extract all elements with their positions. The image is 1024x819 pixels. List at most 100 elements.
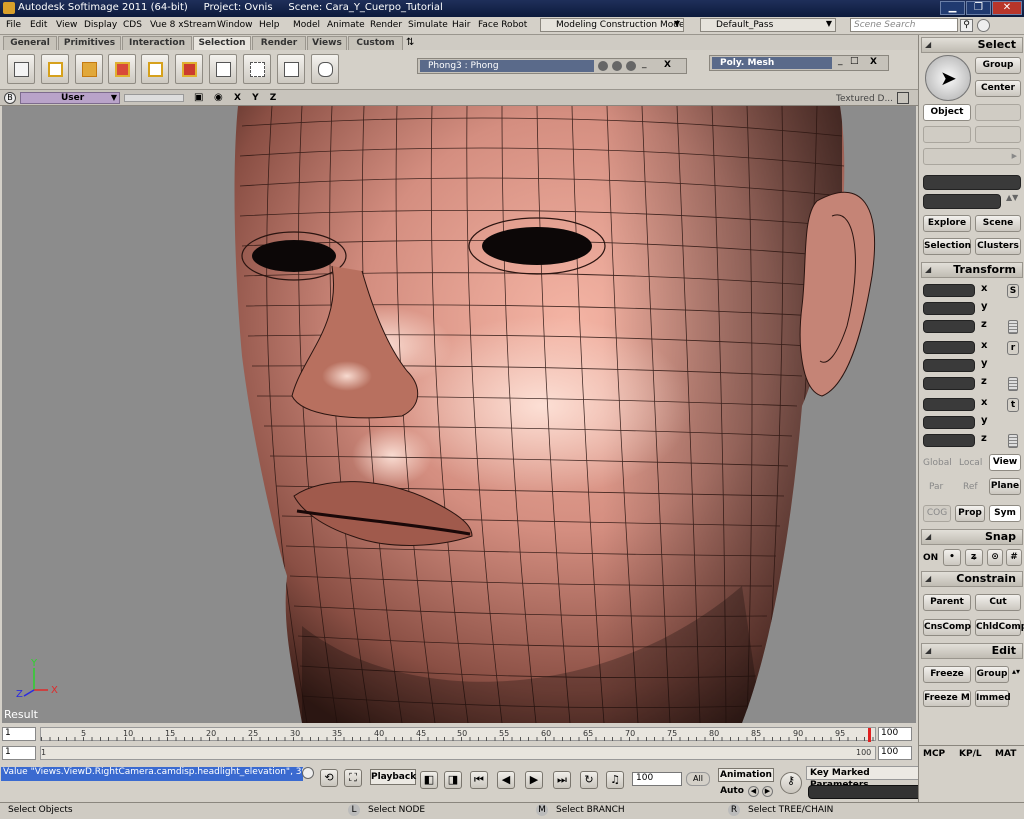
clear-search-icon[interactable] (977, 19, 990, 32)
menu-model[interactable]: Model (293, 20, 320, 30)
last-frame-icon[interactable]: ⏭ (553, 771, 571, 789)
menu-window[interactable]: Window (217, 20, 253, 30)
material-minimize-button[interactable]: _ (642, 59, 647, 69)
immed-button[interactable]: Immed (975, 690, 1011, 707)
chldcomp-button[interactable]: ChldComp (975, 619, 1024, 636)
rotation-z-label[interactable]: z (981, 376, 987, 387)
translation-y-label[interactable]: y (981, 415, 988, 426)
close-button[interactable]: ✕ (992, 1, 1022, 15)
constrain-section-header[interactable]: Constrain (921, 571, 1023, 587)
all-button[interactable]: All (686, 772, 710, 786)
select-point-cube-icon[interactable] (141, 54, 169, 84)
explore-button[interactable]: Explore (923, 215, 971, 232)
cnscomp-button[interactable]: CnsComp (923, 619, 971, 636)
filter-empty-button-3[interactable] (975, 126, 1021, 143)
menu-file[interactable]: File (6, 20, 21, 30)
tab-general[interactable]: General (3, 36, 57, 50)
rotation-z-field[interactable] (923, 377, 975, 390)
scale-y-label[interactable]: y (981, 301, 988, 312)
transform-section-header[interactable]: Transform (921, 262, 1023, 278)
select-red-cube-icon[interactable] (108, 54, 136, 84)
tab-selection[interactable]: Selection (193, 36, 251, 50)
scale-x-label[interactable]: x (981, 283, 987, 294)
select-object-yellow-cube-icon[interactable] (41, 54, 69, 84)
translation-y-field[interactable] (923, 416, 975, 429)
scale-x-field[interactable] (923, 284, 975, 297)
axis-toggles[interactable]: X Y Z (234, 93, 280, 103)
menu-render[interactable]: Render (370, 20, 402, 30)
tab-primitives[interactable]: Primitives (58, 36, 121, 50)
translation-x-label[interactable]: x (981, 397, 987, 408)
camera-select[interactable]: User ▼ (20, 92, 120, 104)
previous-frame-icon[interactable]: ◧ (420, 771, 438, 789)
range-end-field[interactable]: 100 (878, 746, 912, 760)
pass-select[interactable]: Default_Pass ▼ (700, 18, 836, 32)
translation-x-field[interactable] (923, 398, 975, 411)
snap-curve-icon[interactable]: ʑ (965, 549, 983, 566)
select-edge-cube-icon[interactable] (209, 54, 237, 84)
next-frame-icon[interactable]: ◨ (444, 771, 462, 789)
selection-arrows-icon[interactable]: ▲▼ (1006, 193, 1018, 202)
local-toggle[interactable]: Local (959, 458, 982, 468)
command-value-field[interactable]: Value "Views.ViewD.RightCamera.camdisp.h… (1, 767, 303, 781)
phong-material-label[interactable]: Phong3 : Phong (420, 60, 594, 72)
menu-cds[interactable]: CDS (123, 20, 142, 30)
playhead-marker[interactable] (868, 728, 871, 742)
rotation-y-field[interactable] (923, 359, 975, 372)
rotation-x-label[interactable]: x (981, 340, 987, 351)
prop-toggle[interactable]: Prop (955, 505, 985, 522)
selection-field[interactable] (923, 175, 1021, 190)
scale-z-label[interactable]: z (981, 319, 987, 330)
material-close-button[interactable]: X (664, 60, 671, 70)
snap-grid-icon[interactable]: # (1006, 549, 1022, 566)
viewport-layout-buttons[interactable] (124, 94, 184, 102)
search-icon[interactable]: ⚲ (960, 19, 973, 32)
camera-icon[interactable]: ▣ (194, 92, 203, 103)
audio-icon[interactable]: ♫ (606, 771, 624, 789)
tab-views[interactable]: Views (307, 36, 347, 50)
sym-toggle[interactable]: Sym (989, 505, 1021, 522)
select-tool-button[interactable]: ➤ (925, 55, 971, 101)
tab-kpl[interactable]: KP/L (959, 749, 982, 759)
first-frame-icon[interactable]: ⏮ (470, 771, 488, 789)
snap-on-toggle[interactable]: ON (923, 553, 938, 563)
menu-hair[interactable]: Hair (452, 20, 470, 30)
menu-animate[interactable]: Animate (327, 20, 365, 30)
select-polygon-cube-icon[interactable] (175, 54, 203, 84)
minimize-button[interactable]: ▁ (940, 1, 965, 15)
filter-empty-button-2[interactable] (923, 126, 971, 143)
global-toggle[interactable]: Global (923, 458, 952, 468)
raycast-select-icon[interactable] (277, 54, 305, 84)
plane-toggle[interactable]: Plane (989, 478, 1021, 495)
next-key-icon[interactable]: ▶ (762, 786, 773, 797)
construction-mode-select[interactable]: Modeling Construction Mode ▼ (540, 18, 684, 32)
filter-dropdown[interactable]: ▶ (923, 148, 1021, 165)
rotation-lock-icon[interactable] (1008, 377, 1018, 391)
par-toggle[interactable]: Par (929, 482, 943, 492)
snap-section-header[interactable]: Snap (921, 529, 1023, 545)
menu-simulate[interactable]: Simulate (408, 20, 448, 30)
timeline-end-field[interactable]: 100 (878, 727, 912, 741)
range-slider[interactable]: 1 100 (40, 746, 876, 760)
loop-icon[interactable]: ↻ (580, 771, 598, 789)
translation-z-field[interactable] (923, 434, 975, 447)
rotation-x-field[interactable] (923, 341, 975, 354)
play-backward-icon[interactable]: ◀ (497, 771, 515, 789)
key-marked-parameters-button[interactable]: Key Marked Parameters (806, 766, 926, 790)
clusters-button[interactable]: Clusters (975, 238, 1021, 255)
command-history-icon[interactable] (302, 767, 314, 779)
menu-help[interactable]: Help (259, 20, 280, 30)
edit-section-header[interactable]: Edit (921, 643, 1023, 659)
tab-interaction[interactable]: Interaction (122, 36, 192, 50)
material-info-icon[interactable] (626, 61, 636, 71)
center-button[interactable]: Center (975, 80, 1021, 97)
scene-search-input[interactable]: Scene Search (850, 18, 958, 32)
scale-y-field[interactable] (923, 302, 975, 315)
object-filter-button[interactable]: Object (923, 104, 971, 121)
group-arrows-icon[interactable]: ▴▾ (1012, 667, 1020, 676)
auto-key-button[interactable]: Auto (718, 785, 746, 799)
prev-key-icon[interactable]: ◀ (748, 786, 759, 797)
tab-mcp[interactable]: MCP (923, 749, 945, 759)
polymesh-close-button[interactable]: X (870, 57, 877, 67)
script-editor-icon[interactable]: ⟲ (320, 769, 338, 787)
